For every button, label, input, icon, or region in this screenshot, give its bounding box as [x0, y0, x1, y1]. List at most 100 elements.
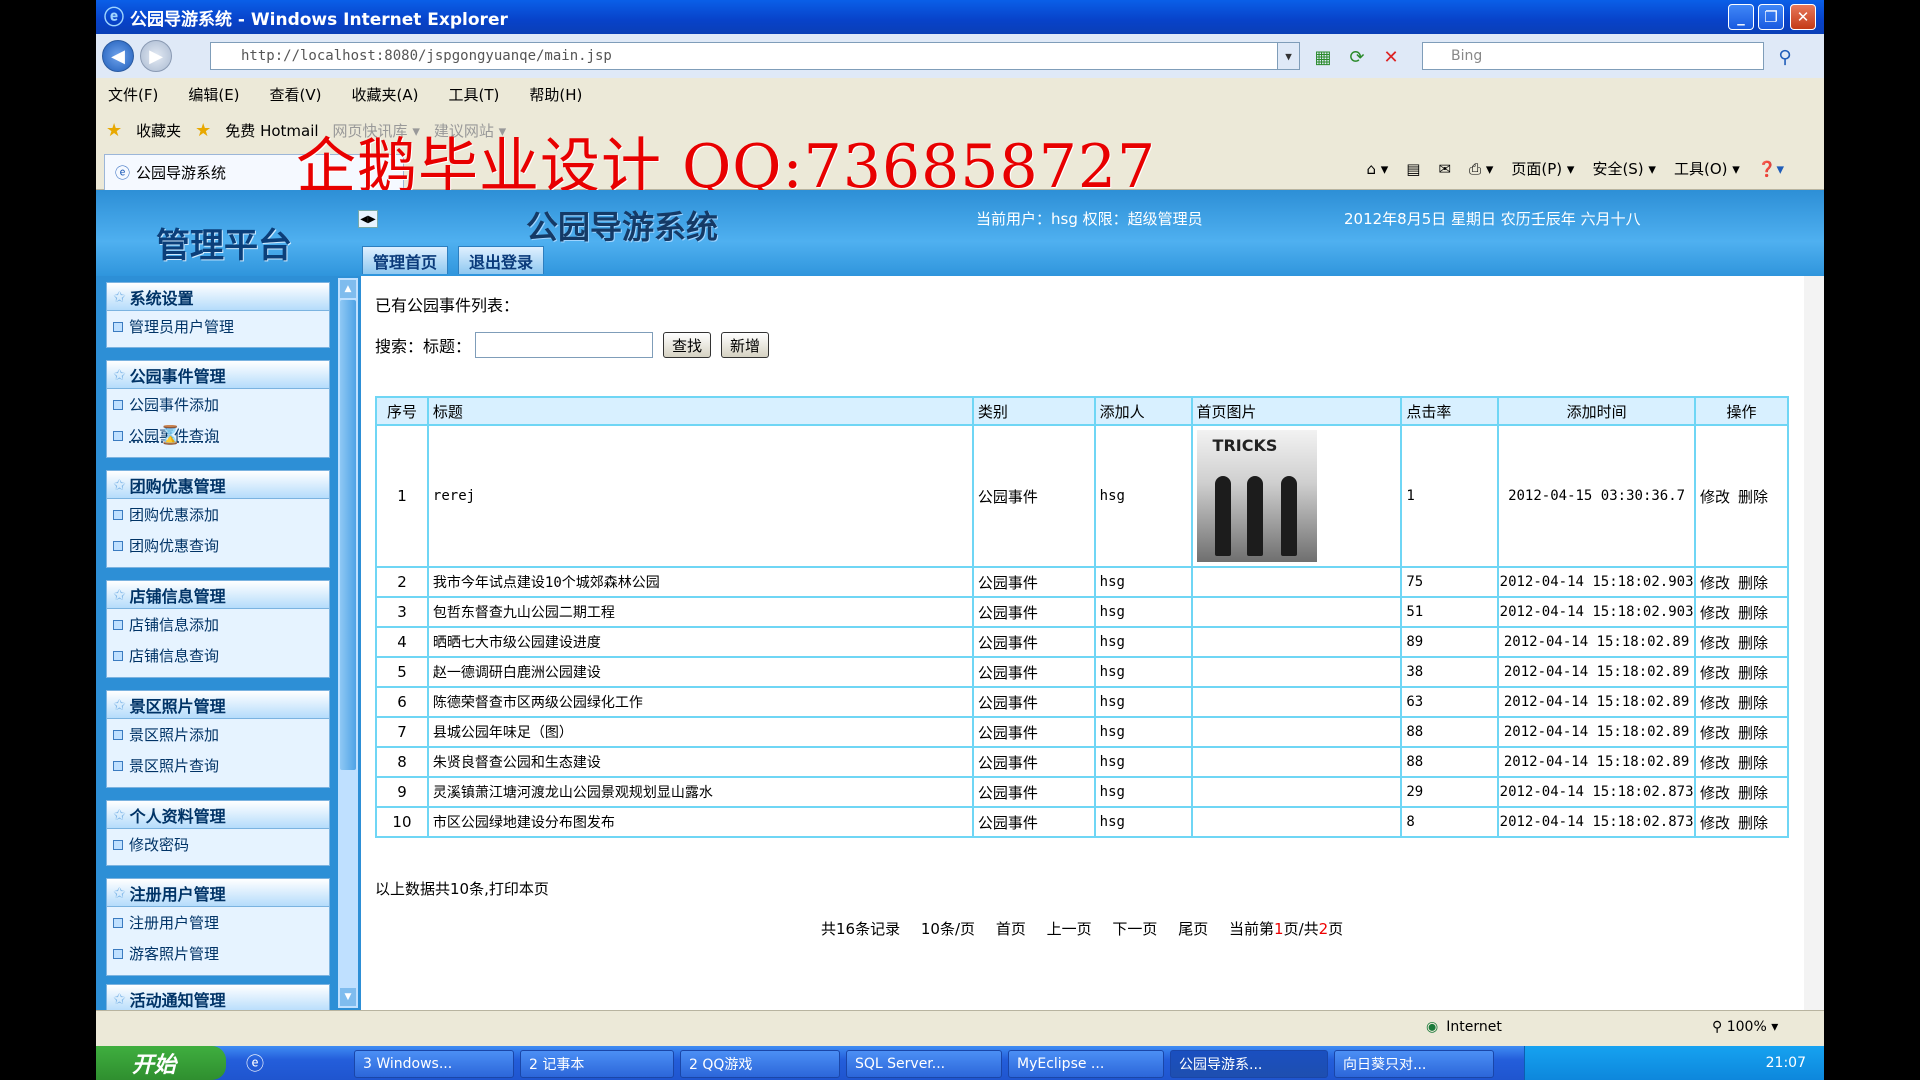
chevron-down-icon[interactable]: ▼ — [1277, 43, 1299, 69]
help-icon[interactable]: ❓▾ — [1758, 160, 1784, 178]
title-search-input[interactable] — [475, 332, 654, 358]
refresh-icon[interactable]: ⟳ — [1344, 44, 1370, 70]
delete-link[interactable]: 删除 — [1738, 694, 1768, 712]
sidebar-toggle-icon[interactable]: ◀▶ — [358, 210, 378, 228]
edit-link[interactable]: 修改 — [1700, 574, 1730, 592]
sidebar-item-shop-add[interactable]: 店铺信息添加 — [107, 609, 329, 640]
menu-help[interactable]: 帮助(H) — [529, 84, 582, 105]
current-prefix: 当前第 — [1229, 920, 1275, 938]
menu-file[interactable]: 文件(F) — [108, 84, 158, 105]
minimize-button[interactable]: _ — [1728, 4, 1754, 30]
sidebar-scrollbar[interactable]: ▲ ▼ — [338, 278, 358, 1008]
sidebar-item-photo-query[interactable]: 景区照片查询 — [107, 750, 329, 781]
forward-button[interactable]: ▶ — [140, 40, 172, 72]
sidebar-item-groupbuy-add[interactable]: 团购优惠添加 — [107, 499, 329, 530]
page-menu[interactable]: 页面(P) ▾ — [1511, 158, 1574, 179]
maximize-button[interactable]: ❐ — [1758, 4, 1784, 30]
edit-link[interactable]: 修改 — [1700, 754, 1730, 772]
scroll-down-icon[interactable]: ▼ — [340, 988, 356, 1006]
delete-link[interactable]: 删除 — [1738, 634, 1768, 652]
home-icon[interactable]: ⌂ ▾ — [1366, 160, 1388, 178]
search-input[interactable]: Bing — [1422, 42, 1764, 70]
menu-tools[interactable]: 工具(T) — [448, 84, 499, 105]
task-myeclipse[interactable]: MyEclipse ... — [1008, 1050, 1164, 1078]
start-button[interactable]: 开始 — [96, 1046, 226, 1080]
edit-link[interactable]: 修改 — [1700, 694, 1730, 712]
task-ie-park[interactable]: 公园导游系... — [1170, 1050, 1328, 1078]
delete-link[interactable]: 删除 — [1738, 784, 1768, 802]
search-icon[interactable]: ⚲ — [1772, 44, 1798, 70]
group-header[interactable]: ✩ 注册用户管理 — [107, 879, 329, 907]
prev-page-link[interactable]: 上一页 — [1047, 920, 1092, 938]
row-type: 公园事件 — [971, 716, 1096, 748]
sidebar-item-event-add[interactable]: 公园事件添加 — [107, 389, 329, 420]
print-icon[interactable]: ⎙ ▾ — [1469, 160, 1493, 178]
delete-link[interactable]: 删除 — [1738, 604, 1768, 622]
next-page-link[interactable]: 下一页 — [1112, 920, 1157, 938]
delete-link[interactable]: 删除 — [1738, 574, 1768, 592]
sidebar-item-groupbuy-query[interactable]: 团购优惠查询 — [107, 530, 329, 561]
add-button[interactable]: 新增 — [721, 332, 770, 358]
feeds-icon[interactable]: ▤ — [1406, 160, 1420, 178]
zoom-level[interactable]: ⚲ 100% ▾ — [1712, 1019, 1778, 1035]
logout-button[interactable]: 退出登录 — [458, 246, 545, 274]
group-header[interactable]: ✩ 店铺信息管理 — [107, 581, 329, 609]
task-sunflower[interactable]: 向日葵只对... — [1334, 1050, 1494, 1078]
menu-edit[interactable]: 编辑(E) — [188, 84, 239, 105]
edit-link[interactable]: 修改 — [1700, 664, 1730, 682]
address-field[interactable]: http://localhost:8080/jspgongyuanqe/main… — [210, 42, 1300, 70]
sidebar-item-visitor-photos[interactable]: 游客照片管理 — [107, 938, 329, 969]
compat-view-icon[interactable]: ▦ — [1310, 44, 1336, 70]
delete-link[interactable]: 删除 — [1738, 724, 1768, 742]
search-label: 搜索：标题： — [375, 337, 472, 356]
sidebar-item-admin-users[interactable]: 管理员用户管理 — [107, 311, 329, 342]
sidebar-item-change-password[interactable]: 修改密码 — [107, 829, 329, 860]
edit-link[interactable]: 修改 — [1700, 488, 1730, 506]
menu-view[interactable]: 查看(V) — [270, 84, 322, 105]
last-page-link[interactable]: 尾页 — [1178, 920, 1208, 938]
sidebar-item-reg-users[interactable]: 注册用户管理 — [107, 907, 329, 938]
group-header[interactable]: ✩ 个人资料管理 — [107, 801, 329, 829]
group-header[interactable]: ✩ 团购优惠管理 — [107, 471, 329, 499]
first-page-link[interactable]: 首页 — [996, 920, 1026, 938]
sidebar-item-shop-query[interactable]: 店铺信息查询 — [107, 640, 329, 671]
task-qqgame[interactable]: 2 QQ游戏 — [680, 1050, 840, 1078]
add-favorite-icon[interactable]: ★ — [195, 120, 211, 141]
mail-icon[interactable]: ✉ — [1438, 160, 1451, 178]
delete-link[interactable]: 删除 — [1738, 664, 1768, 682]
thumbnail-image[interactable]: TRICKS — [1196, 430, 1317, 562]
row-number: 2 — [375, 566, 429, 598]
quicklaunch-ie-icon[interactable]: ⓔ — [246, 1050, 264, 1076]
group-header[interactable]: ✩ 景区照片管理 — [107, 691, 329, 719]
edit-link[interactable]: 修改 — [1700, 784, 1730, 802]
delete-link[interactable]: 删除 — [1738, 754, 1768, 772]
menu-favorites[interactable]: 收藏夹(A) — [352, 84, 419, 105]
scroll-up-icon[interactable]: ▲ — [340, 280, 356, 298]
sidebar-item-photo-add[interactable]: 景区照片添加 — [107, 719, 329, 750]
tools-menu[interactable]: 工具(O) ▾ — [1674, 158, 1740, 179]
task-notepad[interactable]: 2 记事本 — [520, 1050, 674, 1078]
safety-menu[interactable]: 安全(S) ▾ — [1592, 158, 1656, 179]
close-button[interactable]: ✕ — [1790, 4, 1816, 30]
content-scrollbar[interactable] — [1804, 276, 1824, 1010]
edit-link[interactable]: 修改 — [1700, 604, 1730, 622]
task-sqlserver[interactable]: SQL Server... — [846, 1050, 1002, 1078]
zoom-value: 100% — [1726, 1019, 1767, 1035]
admin-home-button[interactable]: 管理首页 — [362, 246, 449, 274]
scrollbar-thumb[interactable] — [340, 300, 356, 770]
edit-link[interactable]: 修改 — [1700, 634, 1730, 652]
back-button[interactable]: ◀ — [102, 40, 134, 72]
edit-link[interactable]: 修改 — [1700, 814, 1730, 832]
sidebar-item-event-query[interactable]: 公园事件查询 ⌛ — [107, 420, 329, 451]
stop-icon[interactable]: ✕ — [1378, 44, 1404, 70]
clock[interactable]: 21:07 — [1766, 1055, 1806, 1071]
task-windows[interactable]: 3 Windows... — [354, 1050, 514, 1078]
delete-link[interactable]: 删除 — [1738, 488, 1768, 506]
delete-link[interactable]: 删除 — [1738, 814, 1768, 832]
group-header[interactable]: ✩ 公园事件管理 — [107, 361, 329, 389]
group-header[interactable]: ✩ 系统设置 — [107, 283, 329, 311]
group-header[interactable]: ✩ 活动通知管理 — [107, 985, 329, 1013]
edit-link[interactable]: 修改 — [1700, 724, 1730, 742]
search-button[interactable]: 查找 — [663, 332, 712, 358]
favorites-button[interactable]: 收藏夹 — [136, 120, 181, 141]
